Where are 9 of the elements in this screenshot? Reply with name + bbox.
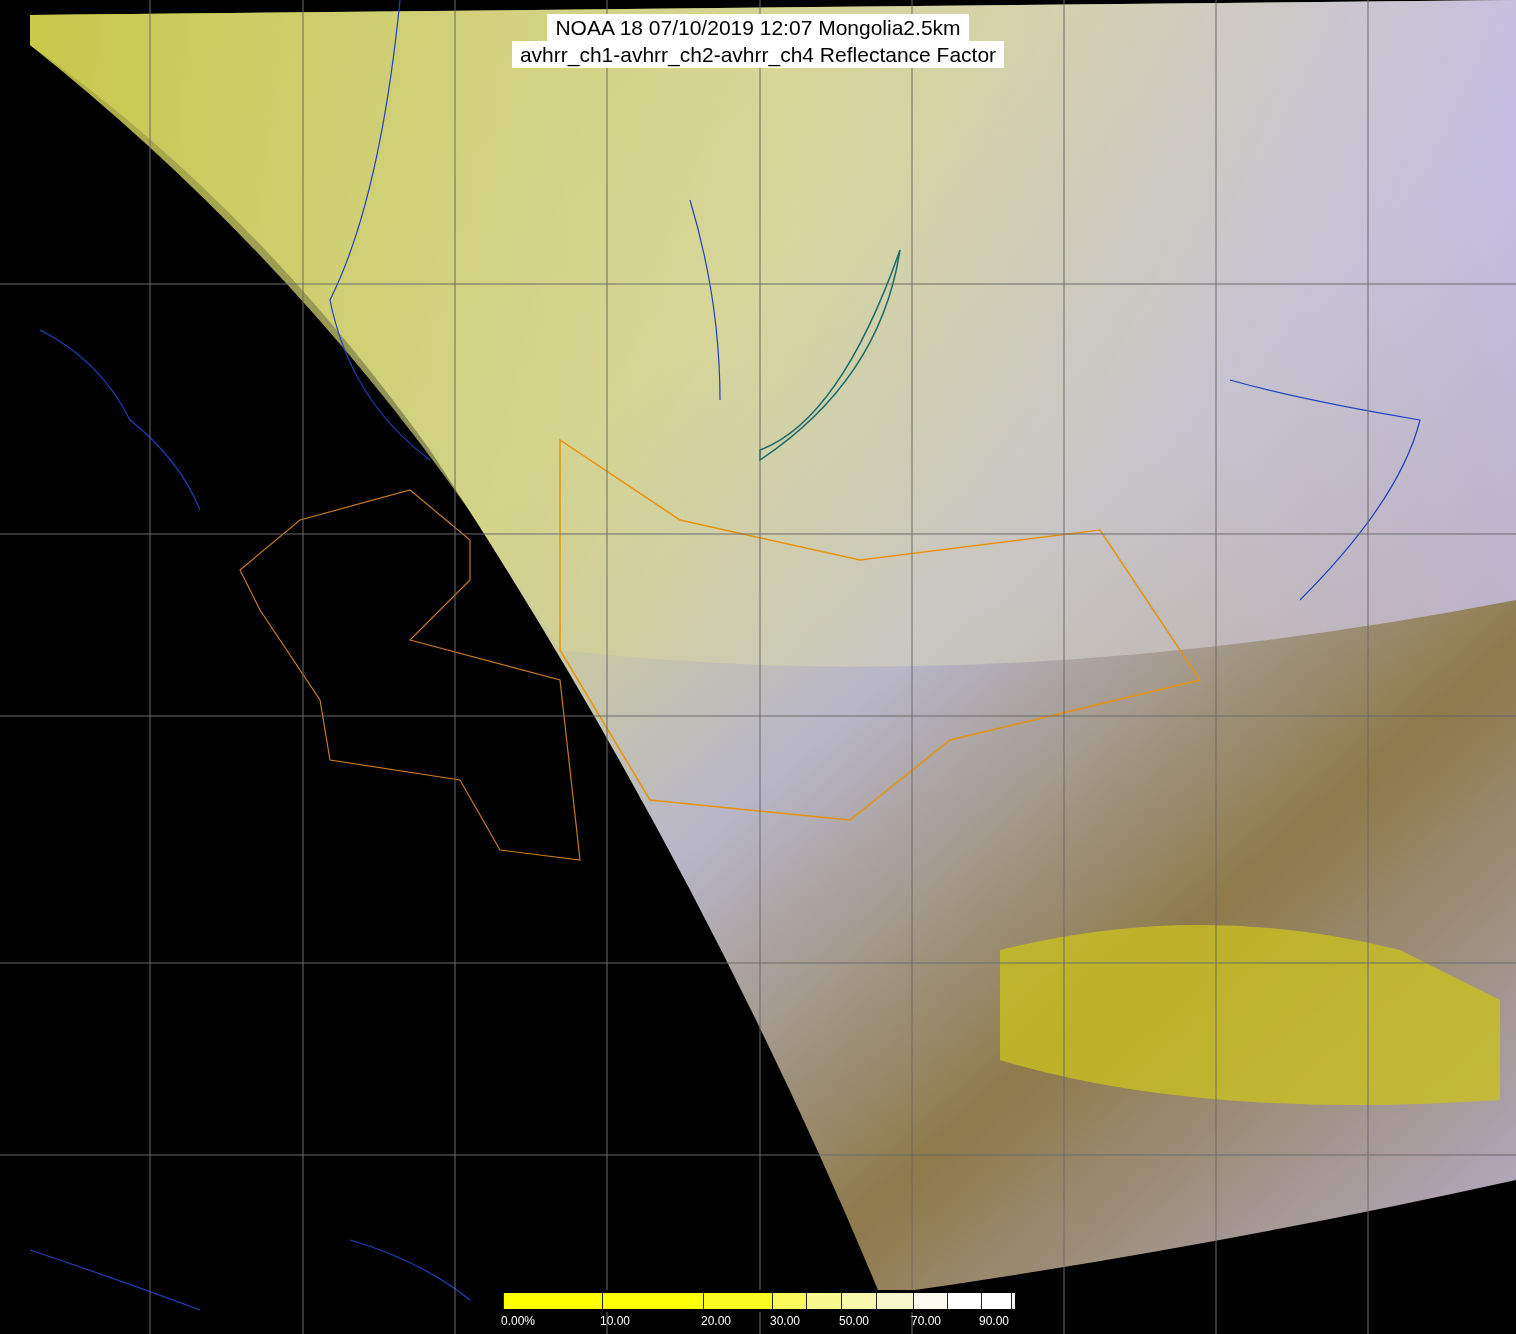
map-title: NOAA 18 07/10/2019 12:07 Mongolia2.5km [547,14,969,41]
colorbar-tick-label: 20.00 [701,1313,732,1330]
colorbar-tick-label: 50.00 [839,1313,870,1330]
colorbar-tick-label: 0.00% [501,1313,536,1330]
map-title: avhrr_ch1-avhrr_ch2-avhrr_ch4 Reflectance Factor [511,41,1005,68]
colorbar-tick-label: 10.00 [600,1313,631,1330]
colorbar-tick-label: 70.00 [911,1313,942,1330]
colorbar-tick-label: 30.00 [770,1313,801,1330]
colorbar-tick-label: 90.00 [979,1313,1010,1330]
